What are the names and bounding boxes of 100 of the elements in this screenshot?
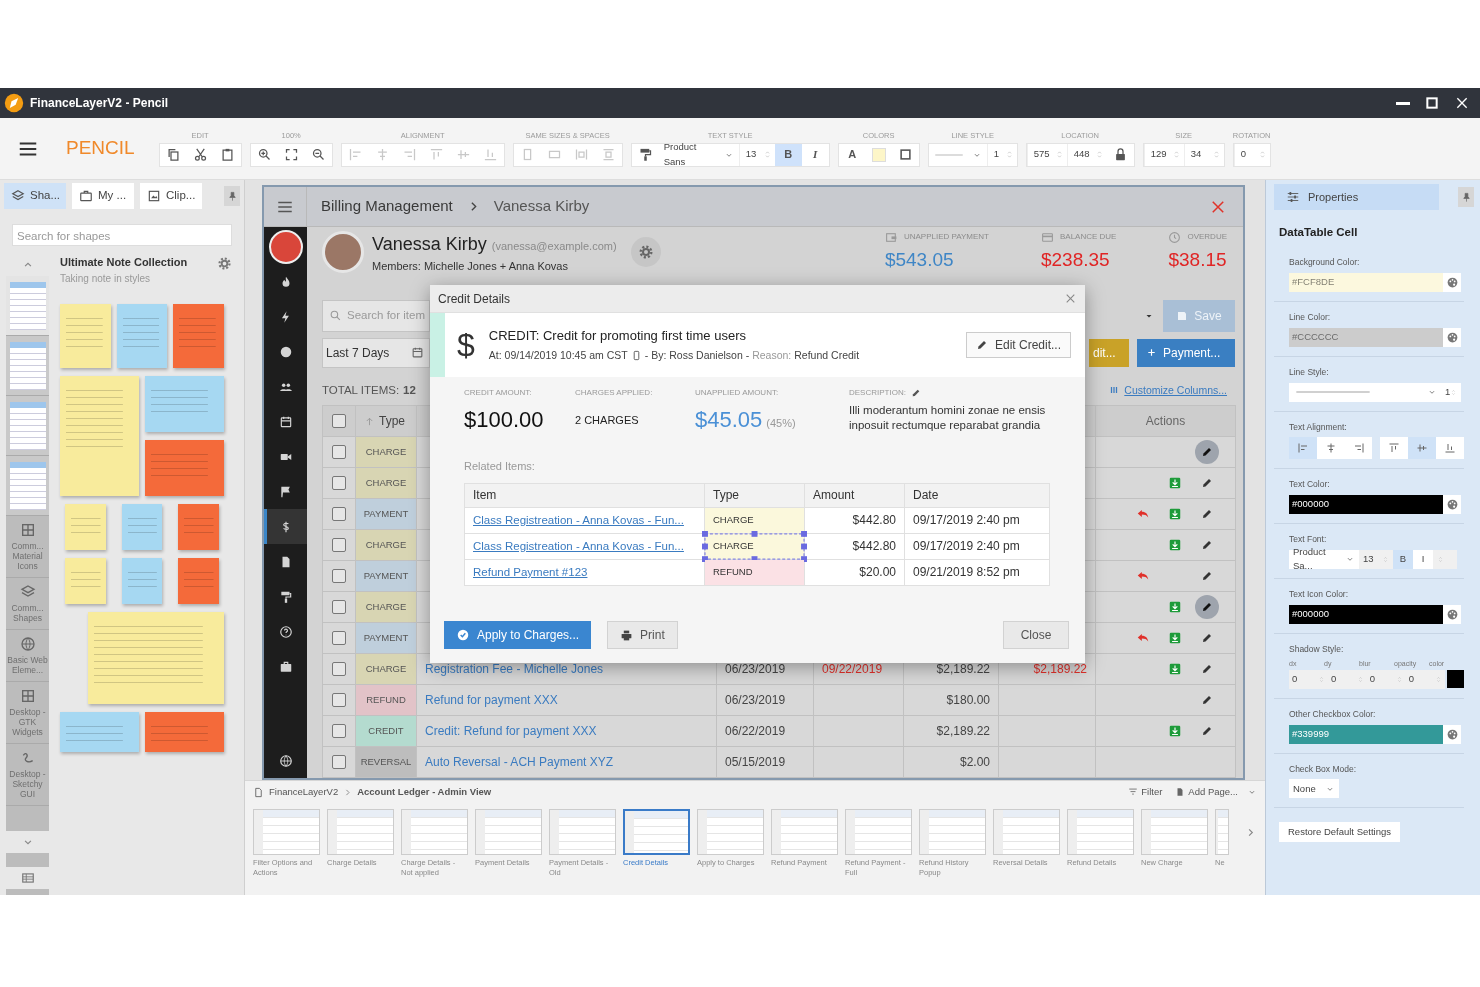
section-label: Related Items: — [464, 459, 536, 474]
reason: Refund Credit — [794, 347, 860, 363]
panel-title: DataTable Cell — [1279, 225, 1359, 240]
table-cell: 05/15/2019 — [716, 746, 814, 778]
table-cell: $180.00 — [903, 684, 999, 716]
rotation-field[interactable]: 0 — [1233, 143, 1270, 166]
table-cell: $2,189.22 — [903, 715, 999, 747]
color-field[interactable]: #000000 — [1289, 604, 1443, 624]
italic-button[interactable]: I — [801, 143, 829, 166]
mode-select[interactable]: None — [1289, 779, 1339, 799]
bold-button[interactable]: B — [1393, 549, 1413, 569]
type-tag: CREDIT — [355, 715, 417, 747]
column-header: Date — [904, 483, 1050, 507]
type-tag: CHARGE — [355, 467, 417, 499]
column-header: Type — [704, 483, 805, 507]
text-color-button[interactable]: A — [838, 143, 866, 166]
property-label: Line Style: — [1289, 365, 1330, 379]
type-tag: REFUND — [713, 565, 753, 577]
stat-label: OVERDUE — [1187, 231, 1227, 244]
font-select[interactable]: Product Sans — [658, 143, 739, 166]
author: - By: Ross Danielson - — [644, 347, 750, 363]
breadcrumb-link[interactable]: Billing Management — [321, 195, 453, 218]
color-field[interactable]: #CCCCCC — [1289, 327, 1443, 347]
type-tag: CHARGE — [713, 513, 754, 525]
width-field[interactable]: 129 — [1143, 143, 1184, 166]
stat-value: $543.05 — [884, 247, 955, 272]
project-name[interactable]: FinanceLayerV2 — [269, 784, 339, 800]
close-button[interactable]: Close — [1003, 621, 1069, 649]
property-label: Text Icon Color: — [1289, 587, 1350, 601]
app-logo: PENCIL — [66, 136, 135, 161]
property-label: Text Font: — [1289, 533, 1328, 546]
apply-button[interactable]: Apply to Charges... — [444, 621, 592, 649]
property-label: Check Box Mode: — [1289, 762, 1358, 776]
description: Illi moderantum homini zonae ne ensis inposuit rectumque reparabat grandia — [849, 403, 1047, 433]
edit-credit-button[interactable]: Edit Credit... — [965, 332, 1071, 358]
panel-tab[interactable]: Clip... — [140, 183, 202, 209]
panel-tab[interactable]: My ... — [72, 183, 134, 209]
timestamp: At: 09/14/2019 10:45 am CST — [488, 347, 628, 363]
date-range-select[interactable]: Last 7 Days — [322, 337, 430, 368]
stat-value: $38.15 — [1168, 247, 1227, 272]
stat-value: $45.05 — [695, 406, 763, 434]
customer-members: Members: Michelle Jones + Anna Kovas — [372, 258, 569, 274]
filter-button[interactable]: Filter — [1128, 784, 1163, 800]
number-field[interactable]: 0 — [1327, 669, 1367, 689]
table-cell: 09/21/2019 8:52 pm — [904, 559, 1050, 585]
number-field[interactable]: 0 — [1289, 669, 1328, 689]
font-size-field[interactable]: 13 — [1359, 549, 1393, 569]
print-button[interactable]: Print — [607, 621, 678, 649]
collection-title: Ultimate Note Collection — [60, 255, 188, 270]
reason-label: Reason: — [752, 347, 792, 363]
dollar-symbol: $ — [457, 329, 475, 361]
stat-percentage: (45%) — [766, 416, 796, 431]
customer-name: Vanessa Kirby — [372, 232, 487, 256]
add-page-button[interactable]: Add Page... — [1175, 784, 1238, 800]
total-count: 12 — [403, 382, 416, 398]
type-tag: CHARGE — [713, 539, 754, 551]
italic-button[interactable]: I — [1413, 549, 1433, 569]
properties-tab[interactable]: Properties — [1274, 184, 1439, 210]
property-label: Shadow Style: — [1289, 642, 1345, 656]
stat-label: UNAPPLIED PAYMENT — [903, 231, 989, 244]
y-position-field[interactable]: 448 — [1066, 143, 1107, 166]
font-size-field[interactable]: 13 — [738, 143, 775, 166]
column-header: Amount — [804, 483, 905, 507]
number-field[interactable]: 0 — [1366, 669, 1406, 689]
type-tag: CHARGE — [355, 529, 417, 561]
table-cell: $2.00 — [903, 746, 999, 778]
type-tag: CHARGE — [355, 591, 417, 623]
credit-heading: CREDIT: Credit for promoting first time users — [488, 327, 747, 346]
type-tag: PAYMENT — [355, 622, 417, 654]
line-width-field[interactable]: 1 — [986, 143, 1017, 166]
type-tag: CHARGE — [355, 653, 417, 685]
property-label: Background Color: — [1289, 256, 1361, 269]
breadcrumb-current: Vanessa Kirby — [493, 196, 590, 217]
height-field[interactable]: 34 — [1183, 143, 1224, 166]
table-cell: $442.80 — [804, 533, 905, 559]
color-field[interactable]: #000000 — [1289, 495, 1443, 514]
bold-button[interactable]: B — [774, 143, 802, 166]
panel-tab[interactable]: Sha... — [4, 183, 66, 209]
x-position-field[interactable]: 575 — [1026, 143, 1067, 166]
type-tag: PAYMENT — [355, 498, 417, 530]
stat-label: DESCRIPTION: — [849, 387, 906, 399]
stat-label: CREDIT AMOUNT: — [464, 387, 533, 399]
font-select[interactable]: Product Sa... — [1289, 549, 1359, 569]
table-cell: 09/17/2019 2:40 pm — [904, 533, 1050, 559]
type-tag: PAYMENT — [355, 560, 417, 592]
property-label: Text Alignment: — [1289, 420, 1348, 434]
property-label: Other Checkbox Color: — [1289, 707, 1377, 721]
line-width-field[interactable]: 1 — [1441, 382, 1461, 402]
stat-label: BALANCE DUE — [1059, 231, 1117, 244]
payment-button[interactable]: Payment... — [1137, 338, 1235, 367]
collection-subtitle: Taking note in styles — [60, 271, 152, 286]
type-tag: REVERSAL — [355, 746, 417, 778]
table-cell: $20.00 — [804, 559, 905, 585]
table-cell: $442.80 — [804, 507, 905, 533]
restore-button[interactable]: Restore Default Settings — [1279, 822, 1400, 843]
property-label: Line Color: — [1289, 311, 1332, 324]
dialog-title: Credit Details — [438, 290, 511, 308]
color-field[interactable]: #FCF8DE — [1289, 273, 1443, 292]
stat-label: UNAPPLIED AMOUNT: — [695, 387, 780, 399]
number-field[interactable]: 0 — [1405, 669, 1445, 689]
